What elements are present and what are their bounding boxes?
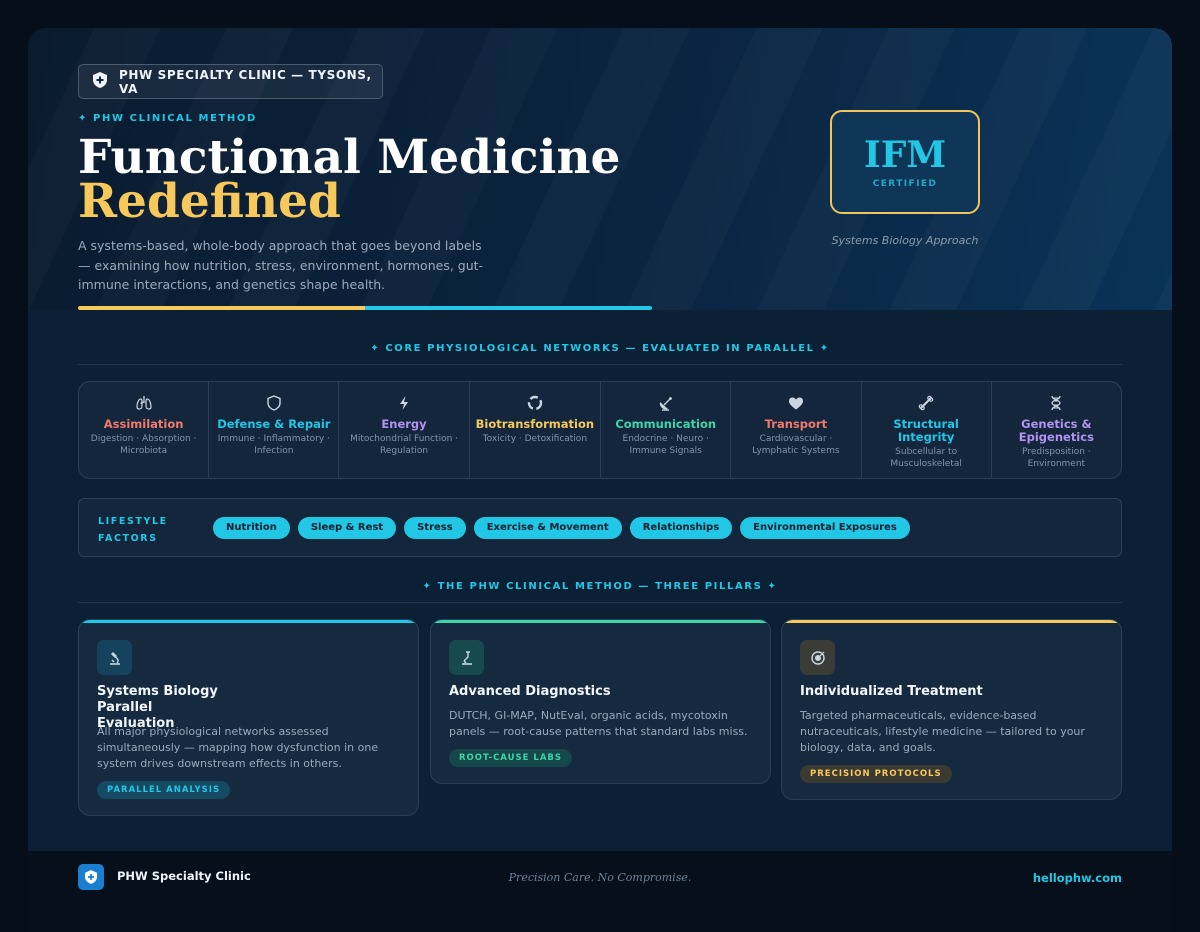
network-subtitle: Endocrine · Neuro · Immune Signals xyxy=(622,434,709,456)
lifestyle-factors-panel: LIFESTYLE FACTORS Nutrition Sleep & Rest… xyxy=(78,498,1122,557)
network-biotransformation: Biotransformation Toxicity · Detoxificat… xyxy=(470,382,602,478)
network-subtitle: Subcellular to Musculoskeletal xyxy=(890,447,962,469)
pillar-systems-biology: Systems Biology Parallel Evaluation All … xyxy=(78,619,419,816)
chip-relationships[interactable]: Relationships xyxy=(629,517,733,539)
network-name: Defense & Repair xyxy=(217,417,331,431)
ifm-badge-caption: Systems Biology Approach xyxy=(831,234,979,247)
chip-sleep-rest[interactable]: Sleep & Rest xyxy=(297,517,397,539)
pillar-description: DUTCH, GI-MAP, NutEval, organic acids, m… xyxy=(449,709,748,738)
heart-icon xyxy=(787,394,805,414)
footer-tagline: Precision Care. No Compromise. xyxy=(508,871,692,884)
network-name: Assimilation xyxy=(103,417,184,431)
hero-section: PHW SPECIALTY CLINIC — TYSONS, VA ✦ PHW … xyxy=(28,28,1172,310)
ifm-badge-main: IFM xyxy=(863,134,947,176)
chip-nutrition[interactable]: Nutrition xyxy=(213,517,290,539)
network-name: Energy xyxy=(381,417,427,431)
network-subtitle: Immune · Inflammatory · Infection xyxy=(217,434,330,456)
hero-kicker: ✦ PHW CLINICAL METHOD xyxy=(78,113,257,124)
pillar-accent-bar xyxy=(782,620,1121,623)
page-frame: PHW SPECIALTY CLINIC — TYSONS, VA ✦ PHW … xyxy=(28,28,1172,932)
network-subtitle: Predisposition · Environment xyxy=(1022,447,1091,469)
network-subtitle: Digestion · Absorption · Microbiota xyxy=(90,434,197,456)
satellite-dish-icon xyxy=(657,394,675,414)
footer-website-link[interactable]: hellophw.com xyxy=(1033,871,1122,885)
clinic-location-label: PHW SPECIALTY CLINIC — TYSONS, VA xyxy=(119,67,372,96)
lifestyle-label: LIFESTYLE FACTORS xyxy=(98,516,168,544)
network-communication: Communication Endocrine · Neuro · Immune… xyxy=(601,382,732,478)
pillar-tag: PARALLEL ANALYSIS xyxy=(97,781,231,799)
clinic-logo-icon xyxy=(78,864,104,890)
ifm-certified-badge: IFM CERTIFIED xyxy=(830,110,980,214)
footer: PHW Specialty Clinic Precision Care. No … xyxy=(28,851,1172,932)
ifm-badge-sub: CERTIFIED xyxy=(872,179,938,189)
network-structural-integrity: Structural Integrity Subcellular to Musc… xyxy=(862,382,992,478)
pillar-accent-bar xyxy=(79,620,418,623)
bone-icon xyxy=(917,394,935,414)
pillar-description: Targeted pharmaceuticals, evidence-based… xyxy=(800,709,1085,754)
network-name: Structural Integrity xyxy=(893,417,959,444)
dna-icon xyxy=(1047,394,1065,414)
pillars-heading: ✦ THE PHW CLINICAL METHOD — THREE PILLAR… xyxy=(422,581,778,592)
network-name: Communication xyxy=(615,417,717,431)
pillar-advanced-diagnostics: Advanced Diagnostics DUTCH, GI-MAP, NutE… xyxy=(430,619,771,784)
recycle-icon xyxy=(526,394,544,414)
shield-icon xyxy=(93,71,107,92)
pillar-tag: PRECISION PROTOCOLS xyxy=(800,765,952,783)
network-name: Biotransformation xyxy=(475,417,595,431)
chip-exercise-movement[interactable]: Exercise & Movement xyxy=(473,517,622,539)
network-energy: Energy Mitochondrial Function · Regulati… xyxy=(339,382,470,478)
target-icon xyxy=(800,640,835,675)
network-subtitle: Mitochondrial Function · Regulation xyxy=(350,434,459,456)
lifestyle-chips: Nutrition Sleep & Rest Stress Exercise &… xyxy=(213,517,910,539)
hero-title-line2: Redefined xyxy=(78,174,341,229)
hero-accent-bar xyxy=(78,306,652,310)
network-subtitle: Cardiovascular · Lymphatic Systems xyxy=(752,434,840,456)
hero-description: A systems-based, whole-body approach tha… xyxy=(78,238,484,292)
network-assimilation: Assimilation Digestion · Absorption · Mi… xyxy=(79,382,210,478)
network-name: Genetics & Epigenetics xyxy=(1018,417,1094,444)
lungs-icon xyxy=(135,394,153,414)
pillar-title: Individualized Treatment xyxy=(800,684,983,699)
networks-heading: ✦ CORE PHYSIOLOGICAL NETWORKS — EVALUATE… xyxy=(370,343,830,354)
pillar-individualized-treatment: Individualized Treatment Targeted pharma… xyxy=(781,619,1122,800)
clinic-location-badge: PHW SPECIALTY CLINIC — TYSONS, VA xyxy=(78,64,383,99)
pillar-description: All major physiological networks assesse… xyxy=(97,725,379,770)
networks-divider xyxy=(78,364,1122,365)
pillars-divider xyxy=(78,602,1122,603)
footer-clinic-name: PHW Specialty Clinic xyxy=(117,869,251,883)
chip-environmental-exposures[interactable]: Environmental Exposures xyxy=(740,517,910,539)
network-defense-repair: Defense & Repair Immune · Inflammatory ·… xyxy=(209,382,340,478)
chip-stress[interactable]: Stress xyxy=(404,517,466,539)
network-subtitle: Toxicity · Detoxification xyxy=(482,434,588,444)
network-genetics-epigenetics: Genetics & Epigenetics Predisposition · … xyxy=(992,382,1121,478)
pillar-title: Advanced Diagnostics xyxy=(449,684,611,699)
pillar-accent-bar xyxy=(431,620,770,623)
pillar-tag: ROOT-CAUSE LABS xyxy=(449,749,573,767)
microscope-icon xyxy=(97,640,132,675)
network-name: Transport xyxy=(764,417,828,431)
lightning-icon xyxy=(395,394,413,414)
shield-icon xyxy=(265,394,283,414)
network-transport: Transport Cardiovascular · Lymphatic Sys… xyxy=(731,382,862,478)
networks-panel: Assimilation Digestion · Absorption · Mi… xyxy=(78,381,1122,479)
lab-icon xyxy=(449,640,484,675)
